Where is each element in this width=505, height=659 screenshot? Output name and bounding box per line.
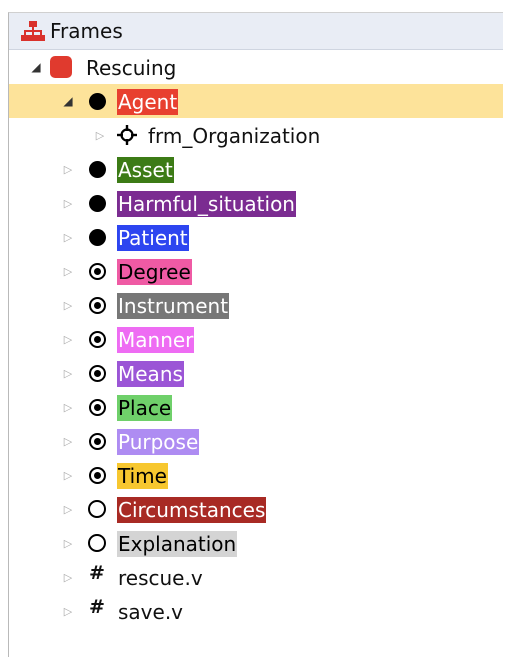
tree-item-asset[interactable]: ▷ Asset: [9, 152, 503, 186]
tree-item-frm-organization[interactable]: ▷ frm_Organization: [9, 118, 503, 152]
collapse-toggle-icon[interactable]: ◢: [61, 84, 75, 118]
tree-item-rescue-v[interactable]: ▷ # rescue.v: [9, 560, 503, 594]
hierarchy-icon: [21, 20, 45, 42]
expand-toggle-icon[interactable]: ▷: [61, 288, 75, 322]
lexical-unit-label: save.v: [118, 600, 184, 624]
related-frame-label: frm_Organization: [148, 124, 321, 148]
tree-item-rescuing[interactable]: ◢ Rescuing: [9, 50, 503, 84]
peripheral-element-target-circle-icon: [85, 458, 109, 492]
peripheral-element-target-circle-icon: [85, 322, 109, 356]
expand-toggle-icon[interactable]: ▷: [61, 220, 75, 254]
expand-toggle-icon[interactable]: ▷: [61, 152, 75, 186]
crosshair-icon: [115, 118, 139, 152]
element-label: Manner: [117, 327, 195, 353]
tree-item-degree[interactable]: ▷ Degree: [9, 254, 503, 288]
frame-red-square-icon: [49, 50, 73, 84]
hash-icon: #: [89, 562, 105, 584]
core-element-filled-circle-icon: [85, 186, 109, 220]
expand-toggle-icon[interactable]: ▷: [61, 254, 75, 288]
element-label: Degree: [117, 259, 192, 285]
tree-item-place[interactable]: ▷ Place: [9, 390, 503, 424]
peripheral-element-target-circle-icon: [85, 356, 109, 390]
lexical-unit-label: rescue.v: [118, 566, 203, 590]
tree-item-means[interactable]: ▷ Means: [9, 356, 503, 390]
peripheral-element-target-circle-icon: [85, 288, 109, 322]
expand-toggle-icon[interactable]: ▷: [61, 186, 75, 220]
core-element-filled-circle-icon: [85, 220, 109, 254]
expand-toggle-icon[interactable]: ▷: [61, 560, 75, 594]
frame-label: Rescuing: [86, 56, 177, 80]
expand-toggle-icon[interactable]: ▷: [61, 492, 75, 526]
peripheral-element-target-circle-icon: [85, 390, 109, 424]
core-element-filled-circle-icon: [85, 152, 109, 186]
tree-item-time[interactable]: ▷ Time: [9, 458, 503, 492]
element-label: Instrument: [117, 293, 230, 319]
tree-item-save-v[interactable]: ▷ # save.v: [9, 594, 503, 628]
element-label: Purpose: [117, 429, 200, 455]
tree-item-harmful-situation[interactable]: ▷ Harmful_situation: [9, 186, 503, 220]
tree-item-instrument[interactable]: ▷ Instrument: [9, 288, 503, 322]
element-label: Explanation: [117, 531, 238, 557]
element-label: Asset: [117, 157, 174, 183]
expand-toggle-icon[interactable]: ▷: [61, 594, 75, 628]
expand-toggle-icon[interactable]: ▷: [61, 322, 75, 356]
tree-item-patient[interactable]: ▷ Patient: [9, 220, 503, 254]
expand-toggle-icon[interactable]: ▷: [61, 356, 75, 390]
tree-item-circumstances[interactable]: ▷ Circumstances: [9, 492, 503, 526]
tree-header: Frames: [9, 13, 503, 50]
tree-header-label: Frames: [50, 19, 123, 43]
element-label: Agent: [117, 89, 179, 115]
tree-item-purpose[interactable]: ▷ Purpose: [9, 424, 503, 458]
expand-toggle-icon[interactable]: ▷: [93, 118, 107, 152]
element-label: Circumstances: [117, 497, 267, 523]
tree-item-explanation[interactable]: ▷ Explanation: [9, 526, 503, 560]
peripheral-element-target-circle-icon: [85, 254, 109, 288]
element-label: Patient: [117, 225, 189, 251]
element-label: Place: [117, 395, 173, 421]
tree-item-agent[interactable]: ◢ Agent: [9, 84, 503, 118]
frames-tree-panel: Frames ◢ Rescuing ◢ Agent ▷ frm_Organization ▷…: [8, 12, 503, 657]
element-label: Harmful_situation: [117, 191, 296, 217]
peripheral-element-target-circle-icon: [85, 424, 109, 458]
hash-icon: #: [89, 596, 105, 618]
expand-toggle-icon[interactable]: ▷: [61, 424, 75, 458]
expand-toggle-icon[interactable]: ▷: [61, 390, 75, 424]
expand-toggle-icon[interactable]: ▷: [61, 458, 75, 492]
element-label: Means: [117, 361, 184, 387]
extra-thematic-empty-circle-icon: [85, 526, 109, 560]
core-element-filled-circle-icon: [85, 84, 109, 118]
element-label: Time: [117, 463, 168, 489]
extra-thematic-empty-circle-icon: [85, 492, 109, 526]
tree-item-manner[interactable]: ▷ Manner: [9, 322, 503, 356]
collapse-toggle-icon[interactable]: ◢: [29, 50, 43, 84]
expand-toggle-icon[interactable]: ▷: [61, 526, 75, 560]
